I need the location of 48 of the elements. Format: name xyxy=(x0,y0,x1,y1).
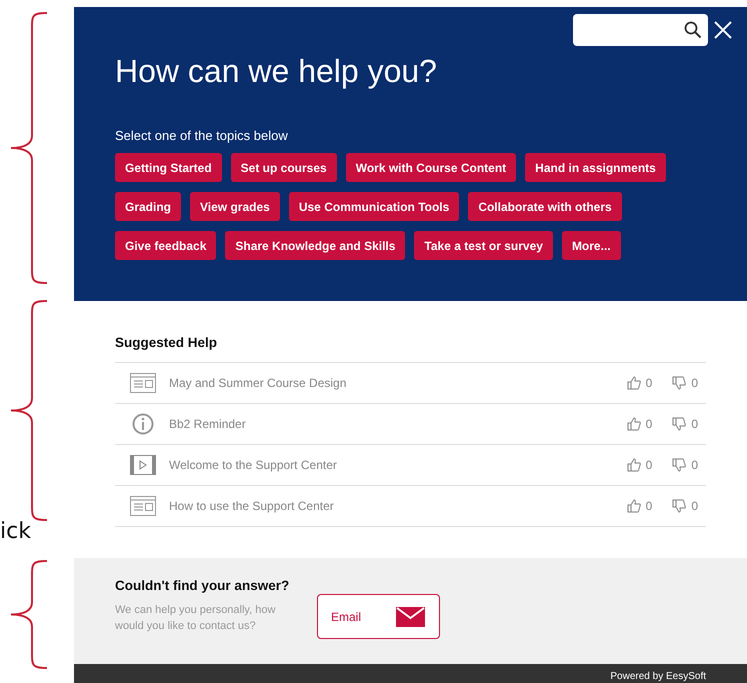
topic-button[interactable]: Give feedback xyxy=(115,231,216,260)
thumbs-down-icon xyxy=(672,417,686,431)
search-icon xyxy=(684,21,702,39)
topic-button[interactable]: Take a test or survey xyxy=(414,231,553,260)
like-button[interactable]: 0 xyxy=(626,499,652,513)
help-article-link[interactable]: May and Summer Course Design xyxy=(169,376,627,390)
help-article-link[interactable]: Bb2 Reminder xyxy=(169,417,627,431)
topic-button[interactable]: Use Communication Tools xyxy=(288,192,460,221)
topic-button[interactable]: Grading xyxy=(115,192,182,221)
article-icon xyxy=(130,373,156,393)
dislike-button[interactable]: 0 xyxy=(672,376,698,390)
topic-button[interactable]: Set up courses xyxy=(230,153,337,182)
topics-prompt: Select one of the topics below xyxy=(115,128,289,143)
thumbs-up-icon xyxy=(626,376,641,390)
thumbs-up-icon xyxy=(626,499,641,513)
margin-text: ick xyxy=(0,519,31,544)
topic-button[interactable]: Share Knowledge and Skills xyxy=(225,231,406,260)
envelope-icon xyxy=(396,606,425,626)
thumbs-up-icon xyxy=(626,417,641,431)
help-article-link[interactable]: How to use the Support Center xyxy=(169,499,627,513)
topic-button[interactable]: View grades xyxy=(190,192,280,221)
thumbs-down-icon xyxy=(672,458,686,472)
like-button[interactable]: 0 xyxy=(626,458,652,472)
dislike-button[interactable]: 0 xyxy=(672,458,698,472)
thumbs-down-icon xyxy=(672,376,686,390)
topic-button[interactable]: Hand in assignments xyxy=(525,153,666,182)
close-icon xyxy=(714,21,732,39)
powered-by-text: Powered by EesySoft xyxy=(610,670,706,683)
topic-button[interactable]: Collaborate with others xyxy=(468,192,622,221)
video-icon xyxy=(130,455,156,475)
dislike-button[interactable]: 0 xyxy=(672,499,698,513)
topic-button[interactable]: More... xyxy=(562,231,621,260)
contact-text: We can help you personally, how would you like to contact us? xyxy=(115,603,276,634)
thumbs-down-icon xyxy=(672,499,686,513)
dislike-button[interactable]: 0 xyxy=(672,417,698,431)
article-icon xyxy=(130,496,156,516)
thumbs-up-icon xyxy=(626,458,641,472)
topic-button[interactable]: Work with Course Content xyxy=(346,153,516,182)
section-title: Suggested Help xyxy=(115,335,218,350)
help-article-link[interactable]: Welcome to the Support Center xyxy=(169,458,627,472)
email-button[interactable]: Email xyxy=(317,594,440,639)
contact-title: Couldn't find your answer? xyxy=(115,578,290,593)
like-button[interactable]: 0 xyxy=(626,417,652,431)
info-icon xyxy=(132,413,154,435)
help-title: How can we help you? xyxy=(115,53,438,90)
like-button[interactable]: 0 xyxy=(626,376,652,390)
topic-button[interactable]: Getting Started xyxy=(115,153,222,182)
search-field[interactable] xyxy=(573,14,708,46)
